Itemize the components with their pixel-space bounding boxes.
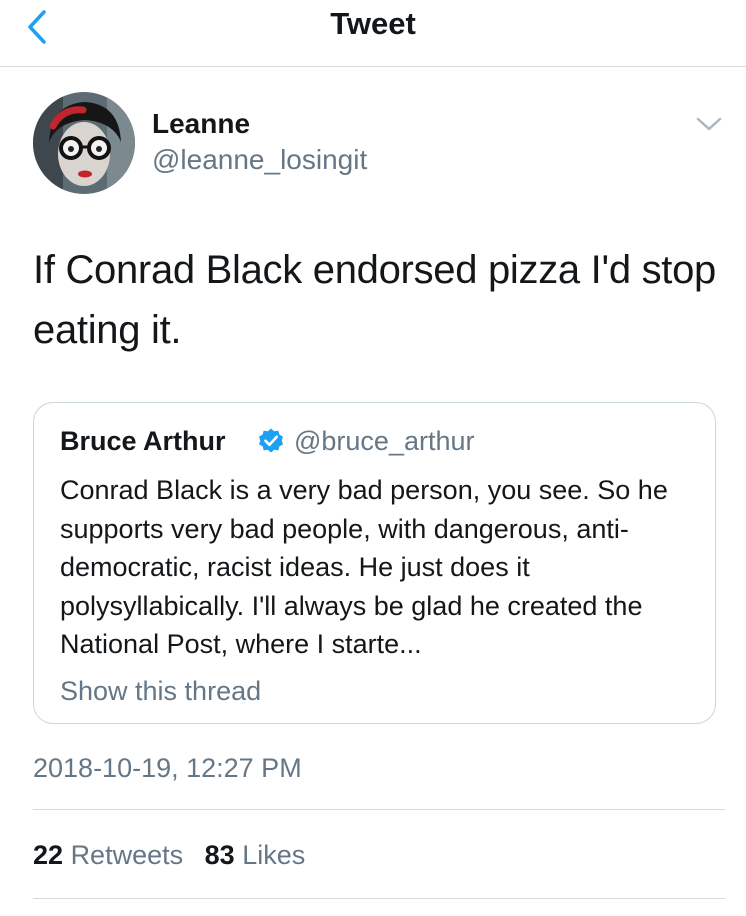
divider: [33, 809, 725, 810]
retweets-stat[interactable]: 22 Retweets: [33, 837, 183, 873]
author-handle[interactable]: @leanne_losingit: [152, 142, 367, 178]
show-thread-link[interactable]: Show this thread: [60, 673, 261, 709]
likes-label: Likes: [242, 840, 306, 870]
quote-author-handle: @bruce_arthur: [294, 426, 475, 456]
tweet-menu-button[interactable]: [692, 110, 726, 138]
chevron-down-icon: [696, 117, 722, 131]
tweet-timestamp: 2018-10-19, 12:27 PM: [33, 753, 302, 783]
divider: [33, 898, 725, 899]
page-title: Tweet: [330, 6, 416, 41]
likes-stat[interactable]: 83 Likes: [205, 837, 306, 873]
quote-text: Conrad Black is a very bad person, you s…: [60, 475, 668, 659]
likes-count: 83: [204, 840, 235, 870]
retweets-label: Retweets: [70, 840, 184, 870]
engagement-stats: 22 Retweets 83 Likes: [33, 837, 319, 873]
quote-author-name: Bruce Arthur: [60, 426, 226, 456]
tweet-text: If Conrad Black endorsed pizza I'd stop …: [33, 248, 716, 352]
verified-badge-icon: [259, 428, 283, 453]
nav-bar: Tweet: [0, 0, 746, 67]
author-name[interactable]: Leanne: [152, 106, 250, 142]
avatar[interactable]: [33, 92, 135, 194]
quoted-tweet[interactable]: Bruce Arthur @bruce_arthur Conrad Black …: [33, 402, 716, 724]
avatar-image: [33, 92, 135, 194]
retweets-count: 22: [33, 840, 64, 870]
